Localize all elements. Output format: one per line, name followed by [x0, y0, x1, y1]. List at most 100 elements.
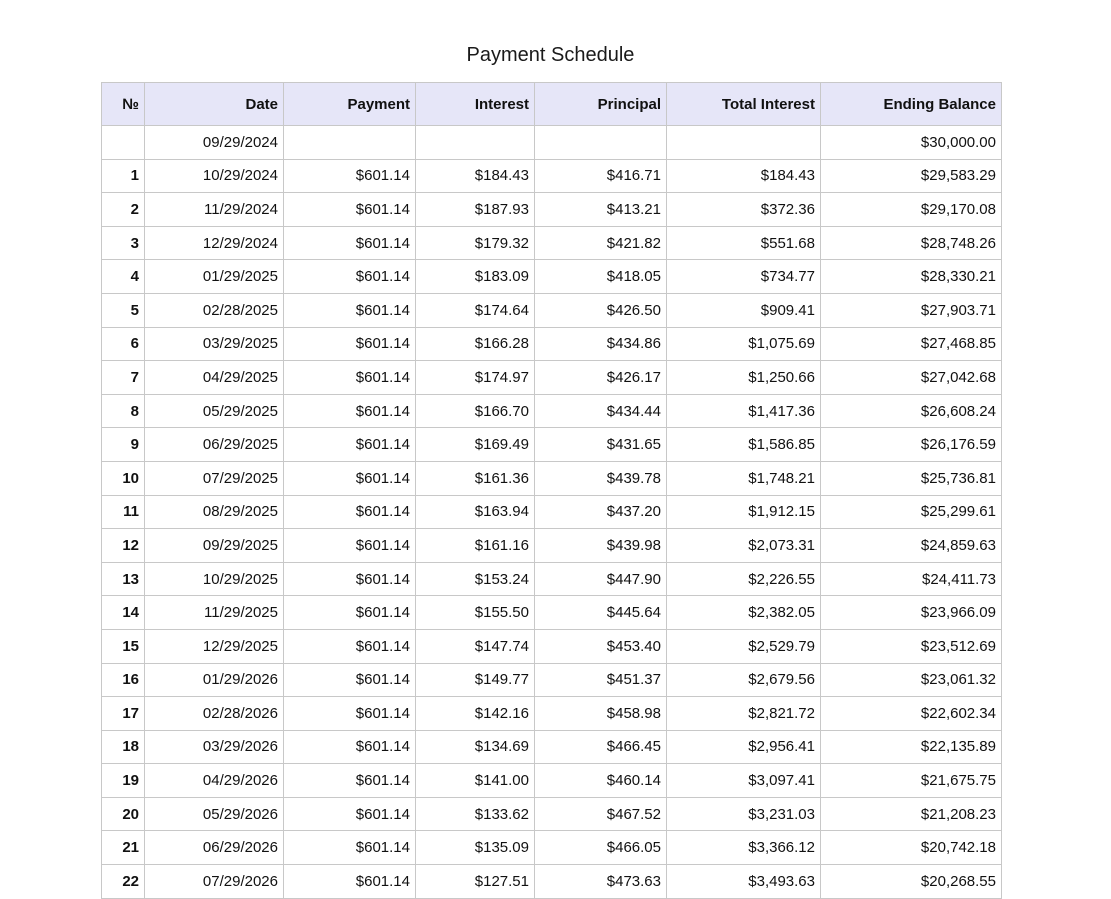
cell-interest: $166.70	[415, 393, 535, 429]
cell-interest: $133.62	[415, 796, 535, 832]
cell-interest: $147.74	[415, 628, 535, 664]
cell-principal: $431.65	[534, 427, 667, 462]
cell-total-interest: $2,529.79	[666, 628, 821, 664]
table-row: 12 09/29/2025 $601.14 $161.16 $439.98 $2,073.…	[101, 528, 1002, 563]
table-row: 6 03/29/2025 $601.14 $166.28 $434.86 $1,075.6…	[101, 326, 1002, 362]
cell-ending-balance: $20,742.18	[820, 830, 1002, 866]
cell-date: 02/28/2026	[144, 696, 284, 731]
cell-number: 15	[101, 628, 145, 664]
cell-total-interest: $1,748.21	[666, 460, 821, 496]
cell-ending-balance: $27,042.68	[820, 360, 1002, 395]
cell-interest: $187.93	[415, 192, 535, 227]
table-row: 7 04/29/2025 $601.14 $174.97 $426.17 $1,250.6…	[101, 360, 1002, 395]
cell-ending-balance: $27,903.71	[820, 292, 1002, 328]
table-header-row: № Date Payment Interest Principal Total …	[101, 82, 1002, 126]
column-header-total-interest: Total Interest	[666, 82, 821, 126]
cell-ending-balance: $30,000.00	[820, 125, 1002, 160]
cell-date: 12/29/2024	[144, 225, 284, 261]
cell-total-interest: $2,821.72	[666, 696, 821, 731]
cell-number: 8	[101, 393, 145, 429]
payment-schedule-table: № Date Payment Interest Principal Total …	[101, 82, 1002, 899]
cell-total-interest: $2,382.05	[666, 595, 821, 630]
cell-total-interest: $3,231.03	[666, 796, 821, 832]
cell-interest: $142.16	[415, 696, 535, 731]
cell-total-interest: $2,956.41	[666, 729, 821, 765]
cell-number: 2	[101, 192, 145, 227]
cell-interest: $127.51	[415, 864, 535, 899]
cell-ending-balance: $28,748.26	[820, 225, 1002, 261]
cell-interest: $141.00	[415, 763, 535, 798]
cell-payment: $601.14	[283, 292, 416, 328]
cell-principal	[534, 125, 667, 160]
cell-total-interest: $909.41	[666, 292, 821, 328]
cell-ending-balance: $26,608.24	[820, 393, 1002, 429]
cell-principal: $451.37	[534, 662, 667, 698]
cell-number: 3	[101, 225, 145, 261]
cell-total-interest: $2,226.55	[666, 561, 821, 597]
cell-payment: $601.14	[283, 326, 416, 362]
cell-payment: $601.14	[283, 595, 416, 630]
cell-ending-balance: $25,299.61	[820, 494, 1002, 530]
cell-interest: $184.43	[415, 158, 535, 194]
cell-interest: $149.77	[415, 662, 535, 698]
table-row: 13 10/29/2025 $601.14 $153.24 $447.90 $2,226.…	[101, 561, 1002, 597]
cell-ending-balance: $21,208.23	[820, 796, 1002, 832]
cell-principal: $437.20	[534, 494, 667, 530]
cell-date: 06/29/2026	[144, 830, 284, 866]
cell-date: 12/29/2025	[144, 628, 284, 664]
cell-total-interest: $1,417.36	[666, 393, 821, 429]
cell-number: 10	[101, 460, 145, 496]
table-row: 16 01/29/2026 $601.14 $149.77 $451.37 $2,679.…	[101, 662, 1002, 698]
cell-payment: $601.14	[283, 192, 416, 227]
cell-ending-balance: $26,176.59	[820, 427, 1002, 462]
cell-total-interest: $2,679.56	[666, 662, 821, 698]
column-header-interest: Interest	[415, 82, 535, 126]
cell-date: 10/29/2025	[144, 561, 284, 597]
cell-number: 14	[101, 595, 145, 630]
cell-total-interest: $3,097.41	[666, 763, 821, 798]
cell-interest: $183.09	[415, 259, 535, 294]
cell-payment: $601.14	[283, 494, 416, 530]
cell-date: 01/29/2025	[144, 259, 284, 294]
cell-total-interest: $1,586.85	[666, 427, 821, 462]
cell-date: 04/29/2025	[144, 360, 284, 395]
cell-interest: $155.50	[415, 595, 535, 630]
cell-payment: $601.14	[283, 864, 416, 899]
cell-principal: $458.98	[534, 696, 667, 731]
cell-total-interest: $1,250.66	[666, 360, 821, 395]
cell-date: 03/29/2025	[144, 326, 284, 362]
cell-number: 7	[101, 360, 145, 395]
cell-total-interest: $3,366.12	[666, 830, 821, 866]
table-row: 11 08/29/2025 $601.14 $163.94 $437.20 $1,912.…	[101, 494, 1002, 530]
cell-interest: $179.32	[415, 225, 535, 261]
cell-principal: $473.63	[534, 864, 667, 899]
cell-payment: $601.14	[283, 460, 416, 496]
cell-number: 9	[101, 427, 145, 462]
table-row: 09/29/2024 $30,000.00	[101, 125, 1002, 160]
cell-payment: $601.14	[283, 830, 416, 866]
table-row: 9 06/29/2025 $601.14 $169.49 $431.65 $1,586.8…	[101, 427, 1002, 462]
cell-number: 18	[101, 729, 145, 765]
cell-total-interest: $1,075.69	[666, 326, 821, 362]
table-row: 8 05/29/2025 $601.14 $166.70 $434.44 $1,417.3…	[101, 393, 1002, 429]
cell-principal: $426.17	[534, 360, 667, 395]
cell-number: 4	[101, 259, 145, 294]
cell-principal: $439.98	[534, 528, 667, 563]
table-row: 10 07/29/2025 $601.14 $161.36 $439.78 $1,748.…	[101, 460, 1002, 496]
cell-payment: $601.14	[283, 628, 416, 664]
cell-ending-balance: $27,468.85	[820, 326, 1002, 362]
table-row: 20 05/29/2026 $601.14 $133.62 $467.52 $3,231.…	[101, 796, 1002, 832]
column-header-ending-balance: Ending Balance	[820, 82, 1002, 126]
cell-principal: $426.50	[534, 292, 667, 328]
cell-date: 05/29/2025	[144, 393, 284, 429]
table-body: 09/29/2024 $30,000.00 1 10/29/2024 $601.14 $1…	[101, 125, 1002, 899]
cell-payment: $601.14	[283, 427, 416, 462]
cell-interest: $166.28	[415, 326, 535, 362]
cell-date: 06/29/2025	[144, 427, 284, 462]
table-row: 1 10/29/2024 $601.14 $184.43 $416.71 $184.43 $…	[101, 158, 1002, 194]
cell-principal: $434.44	[534, 393, 667, 429]
cell-number: 22	[101, 864, 145, 899]
cell-number: 5	[101, 292, 145, 328]
cell-principal: $418.05	[534, 259, 667, 294]
cell-ending-balance: $23,061.32	[820, 662, 1002, 698]
